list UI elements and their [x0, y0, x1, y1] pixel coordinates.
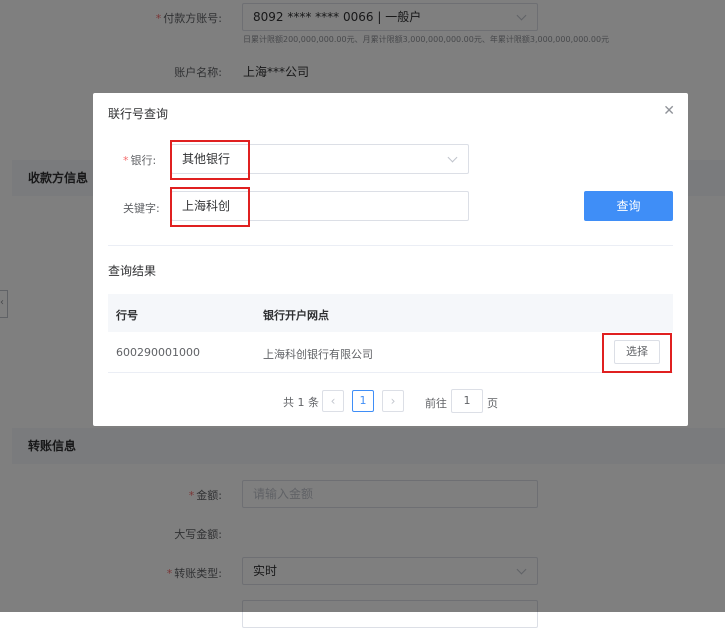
select-highlight-box	[602, 333, 672, 373]
pagination-total: 共 1 条	[283, 396, 319, 409]
column-header-branch: 银行开户网点	[263, 309, 329, 322]
bank-highlight-box	[170, 140, 250, 180]
row-bank-code: 600290001000	[116, 346, 200, 359]
chevron-down-icon	[447, 152, 458, 163]
prev-page-button[interactable]: ‹	[322, 390, 344, 412]
results-table-header: 行号 银行开户网点	[108, 294, 673, 332]
next-page-button[interactable]: ›	[382, 390, 404, 412]
bank-code-dialog: 联行号查询 ✕ * 银行: 其他银行 关键字: 上海科创 查询 查询结果 行号 银…	[93, 93, 688, 426]
query-button[interactable]: 查询	[584, 191, 673, 221]
page-suffix: 页	[487, 397, 498, 410]
bank-label: * 银行:	[123, 154, 157, 167]
goto-page-input[interactable]: 1	[451, 389, 483, 413]
results-title: 查询结果	[108, 264, 157, 278]
dialog-title: 联行号查询	[108, 107, 169, 121]
keyword-label: 关键字:	[123, 202, 160, 215]
keyword-highlight-box	[170, 187, 250, 227]
page-number-current[interactable]: 1	[352, 390, 374, 412]
table-row: 600290001000 上海科创银行有限公司 选择	[108, 332, 673, 373]
goto-label: 前往	[425, 397, 447, 410]
column-header-code: 行号	[116, 309, 138, 322]
close-icon[interactable]: ✕	[663, 103, 675, 119]
row-branch-name: 上海科创银行有限公司	[263, 348, 373, 361]
divider	[108, 245, 673, 246]
